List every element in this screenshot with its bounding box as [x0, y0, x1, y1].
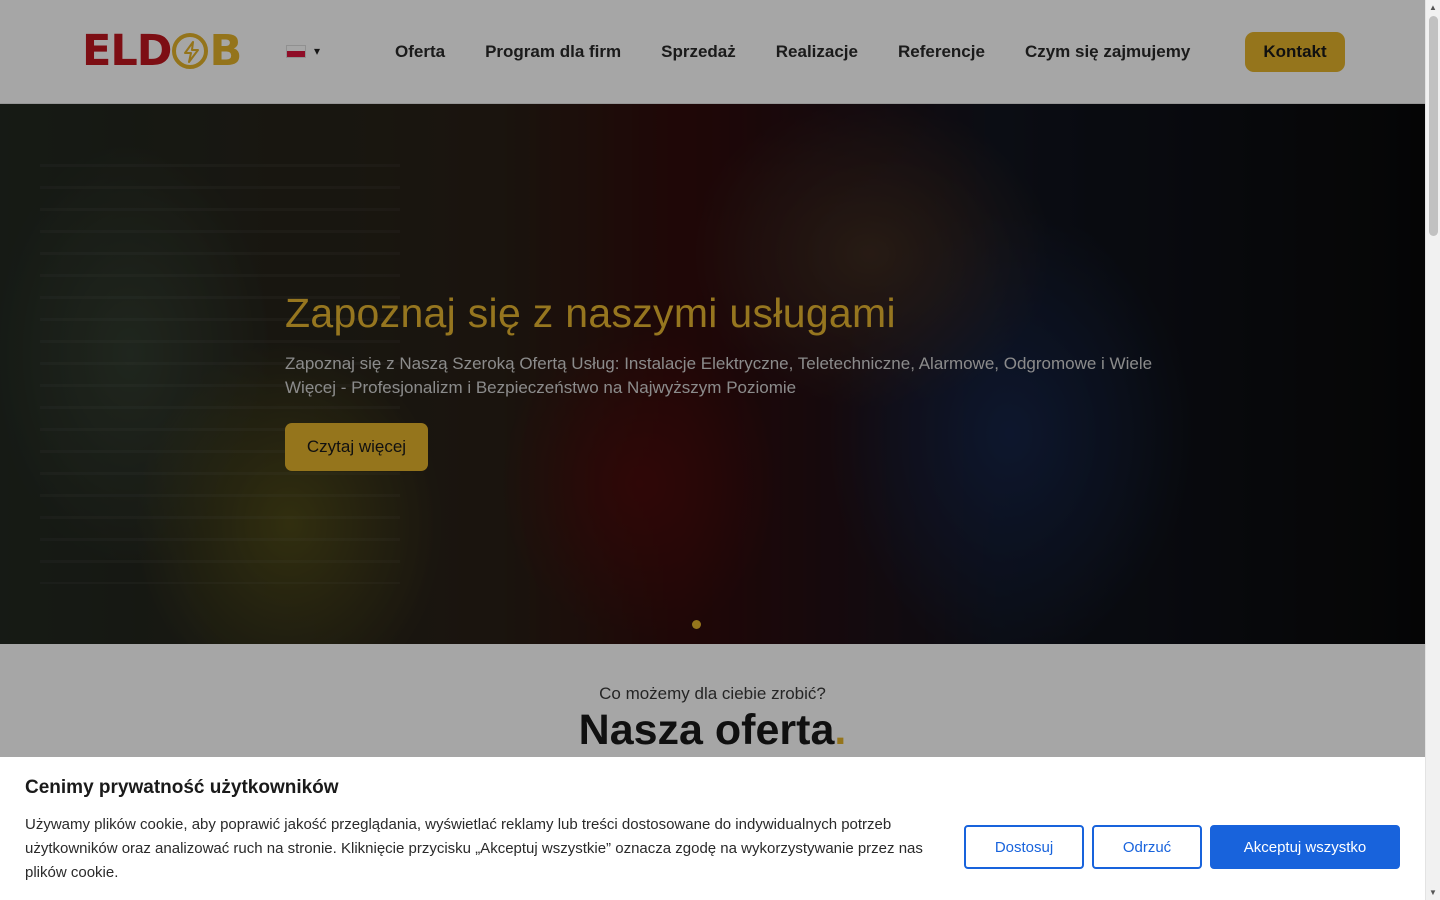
cookie-text: Używamy plików cookie, aby poprawić jako…: [25, 816, 923, 881]
accept-all-button[interactable]: Akceptuj wszystko: [1210, 825, 1400, 869]
cookie-banner: Cenimy prywatność użytkowników Używamy p…: [0, 757, 1425, 900]
cookie-title: Cenimy prywatność użytkowników: [25, 777, 339, 798]
scroll-down-icon[interactable]: ▼: [1429, 888, 1437, 897]
scroll-up-icon[interactable]: ▲: [1429, 3, 1437, 12]
page: EL D B ▾ Oferta Program dla firm Sprzeda…: [0, 0, 1425, 900]
customize-button[interactable]: Dostosuj: [964, 825, 1084, 869]
reject-button[interactable]: Odrzuć: [1092, 825, 1202, 869]
scrollbar[interactable]: ▲ ▼: [1425, 0, 1440, 900]
scrollbar-thumb[interactable]: [1429, 16, 1438, 236]
